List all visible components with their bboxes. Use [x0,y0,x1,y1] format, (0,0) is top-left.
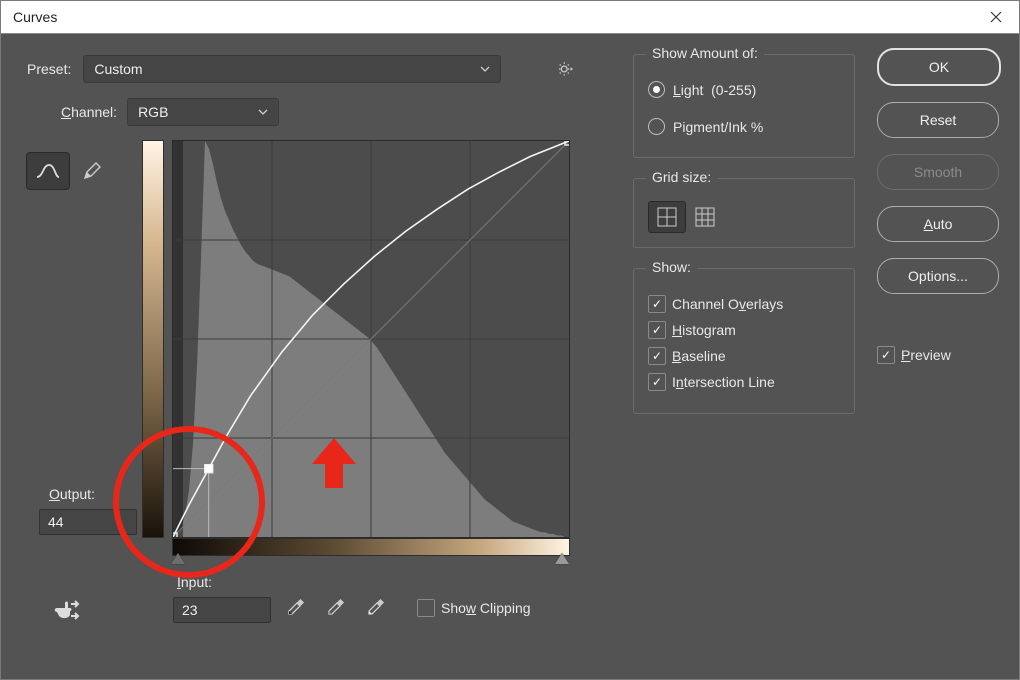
show-group: Show: Channel Overlays Histogram Baselin… [633,268,855,414]
curve-overlay [173,141,569,537]
preset-row: Preset: Custom [21,54,616,84]
checkbox-icon [648,321,666,339]
gear-icon [557,60,575,78]
show-amount-legend: Show Amount of: [646,45,764,61]
options-panel: Show Amount of: Light (0-255) Pigment/In… [633,48,993,434]
curves-dialog: Curves Preset: Custom [0,0,1020,680]
baseline-checkbox[interactable]: Baseline [648,347,840,365]
black-eyedropper-button[interactable] [279,594,311,622]
curve-grid[interactable] [172,140,570,538]
output-label: Output: [49,486,95,502]
checkbox-icon [648,295,666,313]
gray-eyedropper-button[interactable] [319,594,351,622]
reset-label: Reset [920,112,957,128]
grid-10-icon [695,207,715,227]
intersection-label: Intersection Line [672,374,775,390]
histogram-checkbox[interactable]: Histogram [648,321,840,339]
checkbox-icon [417,599,435,617]
reset-button[interactable]: Reset [877,102,999,138]
channel-row: Channel: RGB [21,98,616,126]
curve-tools [26,152,114,190]
white-point-slider[interactable] [555,553,569,564]
preset-dropdown[interactable]: Custom [83,55,501,83]
intersection-checkbox[interactable]: Intersection Line [648,373,840,391]
preset-menu-button[interactable] [553,56,579,82]
preview-label: Preview [901,347,951,363]
options-button[interactable]: Options... [877,258,999,294]
options-label: Options... [908,268,968,284]
curve-icon [35,161,61,181]
white-eyedropper-button[interactable] [359,594,391,622]
light-radio[interactable]: Light (0-255) [648,81,840,98]
pencil-icon [81,160,103,182]
channel-label: Channel: [61,104,117,120]
window-title: Curves [13,9,57,25]
input-label: Input: [177,574,212,590]
output-field[interactable]: 44 [39,509,137,535]
radio-icon [648,81,665,98]
close-icon [990,11,1002,23]
eyedropper-icon [365,598,385,618]
show-legend: Show: [646,259,697,275]
grid-size-legend: Grid size: [646,169,717,185]
pigment-radio[interactable]: Pigment/Ink % [648,118,840,135]
input-value: 23 [182,602,198,618]
dialog-body: Preset: Custom [1,34,1019,679]
chevron-down-icon [258,104,268,120]
auto-label: Auto [924,216,953,232]
grid-10x10-button[interactable] [686,201,724,233]
show-clipping-checkbox[interactable]: Show Clipping [417,599,531,617]
output-value: 44 [48,514,64,530]
auto-button[interactable]: Auto [877,206,999,242]
input-field[interactable]: 23 [173,597,271,623]
grid-4-icon [657,207,677,227]
hand-icon [51,598,81,622]
checkbox-icon [648,347,666,365]
ok-button[interactable]: OK [877,48,1001,86]
sampler-row: Show Clipping [279,594,531,622]
grid-size-group: Grid size: [633,178,855,248]
ok-label: OK [929,59,949,75]
eyedropper-icon [325,598,345,618]
light-label: Light (0-255) [673,82,756,98]
channel-overlays-checkbox[interactable]: Channel Overlays [648,295,840,313]
checkbox-icon [648,373,666,391]
baseline-label: Baseline [672,348,726,364]
output-gradient [142,140,164,538]
pencil-tool-button[interactable] [70,152,114,190]
smooth-button: Smooth [877,154,999,190]
black-point-slider[interactable] [171,553,185,564]
curve-tool-button[interactable] [26,152,70,190]
pigment-label: Pigment/Ink % [673,119,763,135]
channel-dropdown[interactable]: RGB [127,98,279,126]
grid-4x4-button[interactable] [648,201,686,233]
chevron-down-icon [480,61,490,77]
on-image-sampler-button[interactable] [46,595,86,625]
show-amount-group: Show Amount of: Light (0-255) Pigment/In… [633,54,855,158]
eyedropper-icon [285,598,305,618]
show-clipping-label: Show Clipping [441,600,531,616]
button-column: OK Reset Smooth Auto Options... [877,48,1001,294]
channel-overlays-label: Channel Overlays [672,296,783,312]
close-button[interactable] [973,1,1019,33]
preset-value: Custom [94,61,142,77]
smooth-label: Smooth [914,164,962,180]
checkbox-icon [877,346,895,364]
curves-panel: Preset: Custom [21,54,616,640]
titlebar: Curves [1,1,1019,34]
histogram [173,141,569,537]
preset-label: Preset: [27,61,71,77]
radio-icon [648,118,665,135]
histogram-label: Histogram [672,322,736,338]
input-gradient [172,538,570,556]
preview-checkbox[interactable]: Preview [877,346,951,364]
channel-value: RGB [138,104,168,120]
curves-area: Output: 44 Input: 23 [21,140,616,640]
